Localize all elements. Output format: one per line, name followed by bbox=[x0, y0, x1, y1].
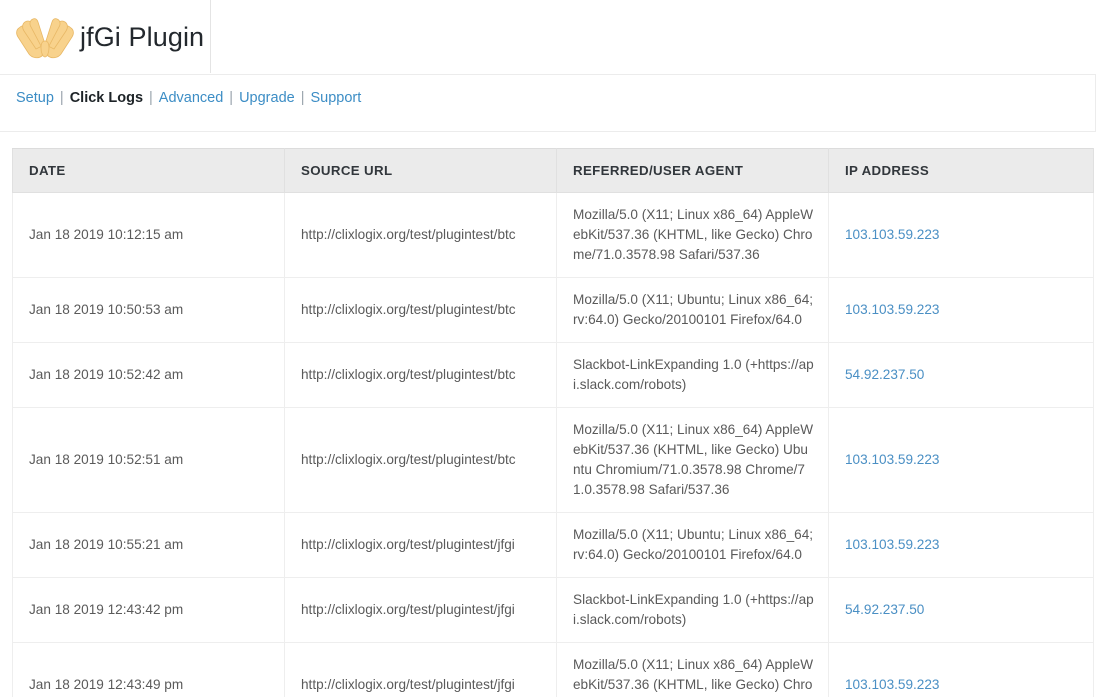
table-row: Jan 18 2019 12:43:42 pm http://clixlogix.… bbox=[12, 576, 1094, 643]
nav-item-support[interactable]: Support bbox=[310, 90, 361, 106]
table-head: DATE SOURCE URL REFERRED/USER AGENT IP A… bbox=[12, 148, 1094, 193]
nav-separator: | bbox=[59, 90, 64, 106]
ip-address-link[interactable]: 54.92.237.50 bbox=[845, 367, 924, 382]
table-row: Jan 18 2019 10:52:42 am http://clixlogix.… bbox=[12, 341, 1094, 408]
header-divider bbox=[210, 0, 211, 73]
table-body: Jan 18 2019 10:12:15 am http://clixlogix.… bbox=[12, 192, 1094, 697]
column-header-ip-address[interactable]: IP ADDRESS bbox=[828, 148, 1094, 193]
cell-source-url: http://clixlogix.org/test/plugintest/jfg… bbox=[284, 511, 557, 578]
cell-date: Jan 18 2019 10:52:42 am bbox=[12, 341, 285, 408]
click-logs-table-wrapper: DATE SOURCE URL REFERRED/USER AGENT IP A… bbox=[12, 148, 1094, 697]
cell-source-url: http://clixlogix.org/test/plugintest/jfg… bbox=[284, 576, 557, 643]
cell-date: Jan 18 2019 12:43:49 pm bbox=[12, 641, 285, 697]
cell-source-url: http://clixlogix.org/test/plugintest/jfg… bbox=[284, 641, 557, 697]
table-row: Jan 18 2019 10:55:21 am http://clixlogix.… bbox=[12, 511, 1094, 578]
column-header-date[interactable]: DATE bbox=[12, 148, 285, 193]
table-row: Jan 18 2019 10:50:53 am http://clixlogix.… bbox=[12, 276, 1094, 343]
cell-date: Jan 18 2019 10:52:51 am bbox=[12, 406, 285, 513]
nav-separator: | bbox=[229, 90, 234, 106]
cell-user-agent: Mozilla/5.0 (X11; Ubuntu; Linux x86_64; … bbox=[556, 511, 829, 578]
cell-date: Jan 18 2019 10:12:15 am bbox=[12, 192, 285, 278]
cell-date: Jan 18 2019 12:43:42 pm bbox=[12, 576, 285, 643]
cell-user-agent: Mozilla/5.0 (X11; Linux x86_64) AppleWeb… bbox=[556, 192, 829, 278]
column-header-source-url[interactable]: SOURCE URL bbox=[284, 148, 557, 193]
plugin-header: jfGi Plugin bbox=[0, 0, 1102, 74]
cell-source-url: http://clixlogix.org/test/plugintest/btc bbox=[284, 276, 557, 343]
cell-ip-address: 103.103.59.223 bbox=[828, 192, 1094, 278]
nav-item-setup[interactable]: Setup bbox=[16, 90, 54, 106]
column-header-user-agent[interactable]: REFERRED/USER AGENT bbox=[556, 148, 829, 193]
cell-user-agent: Slackbot-LinkExpanding 1.0 (+https://api… bbox=[556, 576, 829, 643]
table-row: Jan 18 2019 10:12:15 am http://clixlogix.… bbox=[12, 192, 1094, 278]
nav-panel: Setup | Click Logs | Advanced | Upgrade … bbox=[0, 74, 1096, 132]
nav-item-advanced[interactable]: Advanced bbox=[159, 90, 224, 106]
ip-address-link[interactable]: 54.92.237.50 bbox=[845, 602, 924, 617]
cell-ip-address: 103.103.59.223 bbox=[828, 276, 1094, 343]
cell-user-agent: Mozilla/5.0 (X11; Ubuntu; Linux x86_64; … bbox=[556, 276, 829, 343]
ip-address-link[interactable]: 103.103.59.223 bbox=[845, 677, 940, 692]
table-row: Jan 18 2019 12:43:49 pm http://clixlogix.… bbox=[12, 641, 1094, 697]
nav-separator: | bbox=[149, 90, 153, 106]
cell-source-url: http://clixlogix.org/test/plugintest/btc bbox=[284, 341, 557, 408]
ip-address-link[interactable]: 103.103.59.223 bbox=[845, 537, 940, 552]
nav-separator: | bbox=[300, 90, 305, 106]
cell-ip-address: 103.103.59.223 bbox=[828, 641, 1094, 697]
cell-date: Jan 18 2019 10:55:21 am bbox=[12, 511, 285, 578]
nav-links: Setup | Click Logs | Advanced | Upgrade … bbox=[0, 75, 1095, 131]
cell-user-agent: Mozilla/5.0 (X11; Linux x86_64) AppleWeb… bbox=[556, 641, 829, 697]
cell-user-agent: Slackbot-LinkExpanding 1.0 (+https://api… bbox=[556, 341, 829, 408]
cell-source-url: http://clixlogix.org/test/plugintest/btc bbox=[284, 406, 557, 513]
ip-address-link[interactable]: 103.103.59.223 bbox=[845, 227, 940, 242]
cell-ip-address: 54.92.237.50 bbox=[828, 576, 1094, 643]
click-logs-table: DATE SOURCE URL REFERRED/USER AGENT IP A… bbox=[12, 148, 1094, 697]
cell-ip-address: 54.92.237.50 bbox=[828, 341, 1094, 408]
table-row: Jan 18 2019 10:52:51 am http://clixlogix.… bbox=[12, 406, 1094, 513]
table-header-row: DATE SOURCE URL REFERRED/USER AGENT IP A… bbox=[12, 148, 1094, 193]
cell-source-url: http://clixlogix.org/test/plugintest/btc bbox=[284, 192, 557, 278]
plugin-header-inner: jfGi Plugin bbox=[0, 0, 1102, 74]
ip-address-link[interactable]: 103.103.59.223 bbox=[845, 302, 940, 317]
nav-item-click-logs[interactable]: Click Logs bbox=[70, 90, 143, 106]
page-title: jfGi Plugin bbox=[80, 21, 205, 52]
cell-ip-address: 103.103.59.223 bbox=[828, 406, 1094, 513]
nav-item-upgrade[interactable]: Upgrade bbox=[239, 90, 295, 106]
ip-address-link[interactable]: 103.103.59.223 bbox=[845, 452, 940, 467]
cell-ip-address: 103.103.59.223 bbox=[828, 511, 1094, 578]
open-hands-icon bbox=[14, 14, 76, 60]
cell-user-agent: Mozilla/5.0 (X11; Linux x86_64) AppleWeb… bbox=[556, 406, 829, 513]
cell-date: Jan 18 2019 10:50:53 am bbox=[12, 276, 285, 343]
